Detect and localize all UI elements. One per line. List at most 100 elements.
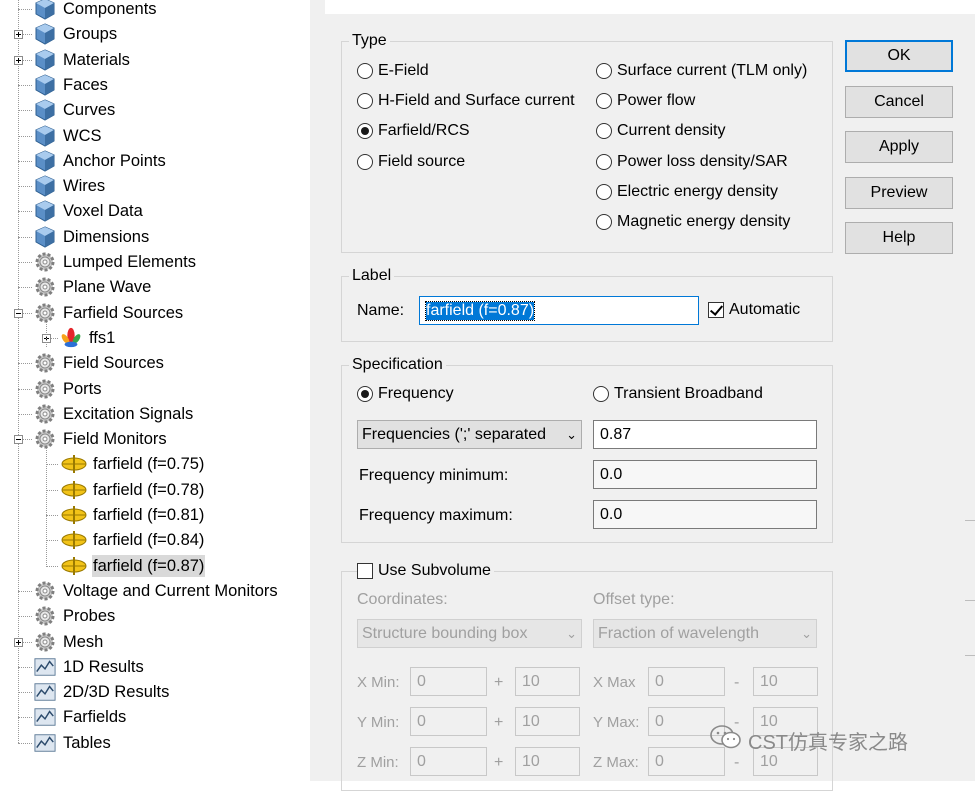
tree-child-item[interactable]: farfield (f=0.75) [60, 453, 205, 475]
collapse-icon[interactable] [14, 435, 23, 445]
tree-item-label: farfield (f=0.81) [93, 506, 205, 524]
tree-item-label: farfield (f=0.75) [93, 455, 205, 474]
offset-type-label: Offset type: [593, 591, 675, 608]
tree-child-item[interactable]: ffs1 [60, 327, 116, 349]
ok-button[interactable]: OK [845, 40, 953, 72]
tree-item[interactable]: Anchor Points [34, 150, 167, 172]
x-min-offset-input[interactable]: 10 [515, 667, 580, 696]
radio-surface-current-tlm[interactable]: Surface current (TLM only) [596, 62, 807, 80]
tree-item[interactable]: Probes [34, 605, 116, 627]
tree-child-item[interactable]: farfield (f=0.84) [60, 529, 205, 551]
cancel-button[interactable]: Cancel [845, 86, 953, 118]
radio-power-flow[interactable]: Power flow [596, 92, 695, 110]
radio-current-density[interactable]: Current density [596, 122, 726, 140]
radio-e-field[interactable]: E-Field [357, 62, 429, 80]
tree-item[interactable]: Ports [34, 378, 103, 400]
dropdown-value: Frequencies (';' separated [362, 425, 546, 443]
tree-child-item[interactable]: farfield (f=0.78) [60, 479, 205, 501]
tree-item[interactable]: Voxel Data [34, 200, 144, 222]
tree-connector-line [46, 515, 58, 516]
radio-power-loss-density[interactable]: Power loss density/SAR [596, 153, 788, 171]
tree-item[interactable]: Faces [34, 74, 109, 96]
radio-circle [596, 63, 612, 79]
frequency-input[interactable]: 0.87 [593, 420, 817, 449]
navigation-tree[interactable]: Components Groups Materials Faces Curves WCS A… [0, 0, 310, 781]
tree-item-label: Voltage and Current Monitors [63, 581, 278, 600]
offset-type-dropdown[interactable]: Fraction of wavelength ⌄ [593, 619, 817, 648]
radio-circle [596, 123, 612, 139]
tree-item[interactable]: 1D Results [34, 656, 145, 678]
help-button[interactable]: Help [845, 222, 953, 254]
tree-child-item[interactable]: farfield (f=0.81) [60, 504, 205, 526]
input-value: 0 [417, 712, 426, 730]
radio-label: Power loss density/SAR [617, 153, 788, 170]
panel-splitter[interactable] [310, 0, 325, 781]
radio-magnetic-energy-density[interactable]: Magnetic energy density [596, 213, 790, 231]
gear-icon [34, 580, 56, 602]
tree-item[interactable]: Lumped Elements [34, 251, 197, 273]
coordinates-label: Coordinates: [357, 591, 448, 608]
use-subvolume-checkbox[interactable]: Use Subvolume [357, 562, 494, 580]
tree-item-label: Dimensions [63, 227, 150, 246]
tree-item[interactable]: Farfields [34, 706, 127, 728]
apply-button[interactable]: Apply [845, 131, 953, 163]
expand-icon[interactable] [14, 637, 23, 647]
tree-connector-line [18, 236, 32, 238]
tree-item-label: Curves [63, 101, 116, 120]
tree-item[interactable]: Materials [34, 49, 131, 71]
radio-field-source[interactable]: Field source [357, 153, 465, 171]
radio-circle [357, 154, 373, 170]
x-max-input[interactable]: 0 [648, 667, 725, 696]
z-min-offset-input[interactable]: 10 [515, 747, 580, 776]
plus-sign: + [494, 754, 504, 771]
radio-circle [596, 184, 612, 200]
x-max-offset-input[interactable]: 10 [753, 667, 818, 696]
radio-h-field-surface-current[interactable]: H-Field and Surface current [357, 92, 575, 110]
tree-item[interactable]: Curves [34, 99, 116, 121]
tree-item[interactable]: 2D/3D Results [34, 681, 170, 703]
checkbox-label: Use Subvolume [378, 562, 491, 579]
tree-item-label: Field Monitors [63, 430, 167, 449]
tree-item[interactable]: WCS [34, 124, 103, 147]
tree-item[interactable]: Components [34, 0, 158, 20]
tree-item[interactable]: Excitation Signals [34, 403, 194, 425]
collapse-icon[interactable] [14, 308, 23, 318]
chevron-down-icon: ⌄ [566, 625, 577, 641]
z-min-input[interactable]: 0 [410, 747, 487, 776]
x-min-label: X Min: [357, 674, 400, 691]
tree-child-item[interactable]: farfield (f=0.87) [60, 554, 206, 577]
expand-icon[interactable] [14, 55, 23, 65]
tree-item[interactable]: Field Monitors [34, 428, 168, 450]
field-monitor-icon [60, 479, 88, 501]
frequency-maximum-input[interactable]: 0.0 [593, 500, 817, 529]
radio-label: Surface current (TLM only) [617, 62, 808, 79]
expand-icon[interactable] [14, 30, 23, 40]
automatic-checkbox[interactable]: Automatic [708, 301, 800, 319]
tree-item[interactable]: Tables [34, 732, 112, 754]
frequency-mode-dropdown[interactable]: Frequencies (';' separated ⌄ [357, 420, 582, 449]
y-min-offset-input[interactable]: 10 [515, 707, 580, 736]
plus-sign: + [494, 674, 504, 691]
gear-icon [34, 403, 56, 425]
tree-item-label: farfield (f=0.87) [92, 554, 206, 577]
cube-icon [34, 124, 56, 147]
tree-item[interactable]: Voltage and Current Monitors [34, 580, 279, 602]
tree-item[interactable]: Groups [34, 23, 118, 45]
radio-frequency[interactable]: Frequency [357, 385, 454, 403]
radio-electric-energy-density[interactable]: Electric energy density [596, 183, 778, 201]
y-min-input[interactable]: 0 [410, 707, 487, 736]
tree-item[interactable]: Field Sources [34, 352, 165, 374]
radio-label: Magnetic energy density [617, 213, 791, 230]
coordinates-dropdown[interactable]: Structure bounding box ⌄ [357, 619, 582, 648]
tree-item[interactable]: Farfield Sources [34, 302, 184, 324]
tree-item[interactable]: Mesh [34, 631, 104, 653]
radio-farfield-rcs[interactable]: Farfield/RCS [357, 122, 470, 140]
name-input[interactable]: farfield (f=0.87) [419, 296, 699, 325]
frequency-minimum-input[interactable]: 0.0 [593, 460, 817, 489]
preview-button[interactable]: Preview [845, 177, 953, 209]
tree-item[interactable]: Plane Wave [34, 276, 152, 298]
tree-item[interactable]: Dimensions [34, 226, 150, 248]
tree-item[interactable]: Wires [34, 175, 106, 197]
radio-transient-broadband[interactable]: Transient Broadband [593, 385, 763, 403]
x-min-input[interactable]: 0 [410, 667, 487, 696]
